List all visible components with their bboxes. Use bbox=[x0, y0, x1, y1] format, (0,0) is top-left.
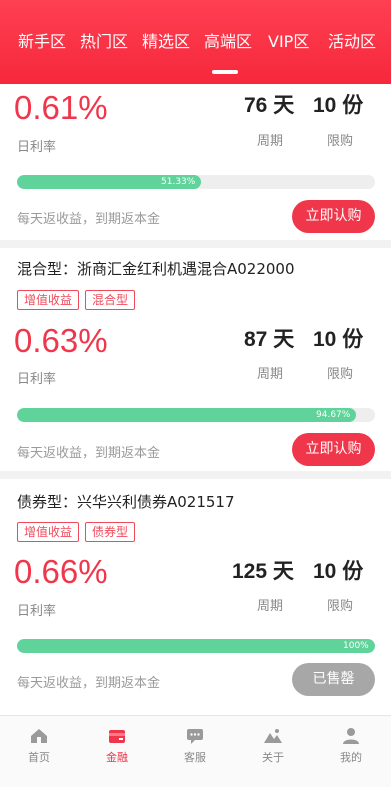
card-divider bbox=[0, 240, 391, 248]
limit-value: 10 份 bbox=[313, 94, 364, 117]
subscribe-button[interactable]: 立即认购 bbox=[292, 433, 375, 466]
card-divider bbox=[0, 471, 391, 479]
progress-fill bbox=[17, 639, 375, 653]
period-label: 周期 bbox=[257, 134, 284, 149]
limit-label: 限购 bbox=[327, 134, 354, 149]
daily-rate-label: 日利率 bbox=[17, 372, 57, 387]
customer-service-icon bbox=[187, 729, 203, 744]
payout-note: 每天返收益，到期返本金 bbox=[17, 212, 161, 227]
product-tag: 增值收益 bbox=[17, 522, 80, 542]
tab-newbie[interactable]: 新手区 bbox=[18, 30, 66, 54]
period-label: 周期 bbox=[257, 599, 284, 614]
top-tab-bar: 新手区 热门区 精选区 高端区 VIP区 活动区 bbox=[0, 0, 391, 84]
nav-label: 关于 bbox=[262, 751, 284, 764]
progress-bar: 100% bbox=[17, 639, 375, 653]
product-card: 债券型：兴华兴利债券A021517 增值收益 债券型 0.66% 日利率 125… bbox=[0, 479, 391, 715]
bottom-nav: 首页 金融 客服 关于 我的 bbox=[0, 715, 391, 787]
limit-value: 10 份 bbox=[313, 328, 364, 351]
product-title: 混合型：浙商汇金红利机遇混合A022000 bbox=[17, 260, 295, 278]
limit-label: 限购 bbox=[327, 599, 354, 614]
progress-percent: 100% bbox=[343, 641, 369, 651]
product-tag: 增值收益 bbox=[17, 290, 80, 310]
active-tab-indicator bbox=[212, 70, 238, 74]
nav-finance[interactable]: 金融 bbox=[78, 716, 156, 776]
tab-hot[interactable]: 热门区 bbox=[80, 30, 128, 54]
nav-label: 我的 bbox=[340, 751, 362, 764]
product-card: 混合型：浙商汇金红利机遇混合A022000 增值收益 混合型 0.63% 日利率… bbox=[0, 248, 391, 470]
period-value: 125 天 bbox=[232, 560, 294, 583]
about-icon bbox=[264, 729, 282, 743]
tab-featured[interactable]: 精选区 bbox=[142, 30, 190, 54]
tab-vip[interactable]: VIP区 bbox=[268, 30, 309, 54]
payout-note: 每天返收益，到期返本金 bbox=[17, 446, 161, 461]
payout-note: 每天返收益，到期返本金 bbox=[17, 676, 161, 691]
nav-customer-service[interactable]: 客服 bbox=[156, 716, 234, 776]
progress-percent: 94.67% bbox=[316, 410, 351, 420]
category-tabs: 新手区 热门区 精选区 高端区 VIP区 活动区 bbox=[0, 30, 391, 60]
sold-out-button[interactable]: 已售罄 bbox=[292, 663, 375, 696]
daily-rate: 0.66% bbox=[14, 553, 108, 590]
progress-fill bbox=[17, 408, 356, 422]
tab-activity[interactable]: 活动区 bbox=[328, 30, 376, 54]
daily-rate-label: 日利率 bbox=[17, 604, 57, 619]
home-icon bbox=[31, 729, 47, 743]
product-tag: 债券型 bbox=[85, 522, 136, 542]
product-list[interactable]: 0.61% 日利率 76 天 周期 10 份 限购 51.33% 每天返收益，到… bbox=[0, 84, 391, 715]
product-card: 0.61% 日利率 76 天 周期 10 份 限购 51.33% 每天返收益，到… bbox=[0, 84, 391, 233]
nav-about[interactable]: 关于 bbox=[234, 716, 312, 776]
limit-value: 10 份 bbox=[313, 560, 364, 583]
daily-rate: 0.61% bbox=[14, 89, 108, 126]
progress-bar: 94.67% bbox=[17, 408, 375, 422]
finance-icon bbox=[109, 730, 125, 743]
daily-rate-label: 日利率 bbox=[17, 140, 57, 155]
limit-label: 限购 bbox=[327, 367, 354, 382]
period-value: 76 天 bbox=[244, 94, 295, 117]
nav-profile[interactable]: 我的 bbox=[312, 716, 390, 776]
nav-home[interactable]: 首页 bbox=[0, 716, 78, 776]
daily-rate: 0.63% bbox=[14, 322, 108, 359]
nav-label: 首页 bbox=[28, 751, 50, 764]
progress-bar: 51.33% bbox=[17, 175, 375, 189]
profile-icon bbox=[343, 728, 359, 744]
subscribe-button[interactable]: 立即认购 bbox=[292, 200, 375, 233]
product-tag: 混合型 bbox=[85, 290, 136, 310]
product-title: 债券型：兴华兴利债券A021517 bbox=[17, 493, 235, 511]
nav-label: 客服 bbox=[184, 751, 206, 764]
progress-percent: 51.33% bbox=[161, 177, 196, 187]
tab-premium[interactable]: 高端区 bbox=[204, 30, 252, 54]
period-value: 87 天 bbox=[244, 328, 295, 351]
period-label: 周期 bbox=[257, 367, 284, 382]
nav-label: 金融 bbox=[106, 751, 128, 764]
